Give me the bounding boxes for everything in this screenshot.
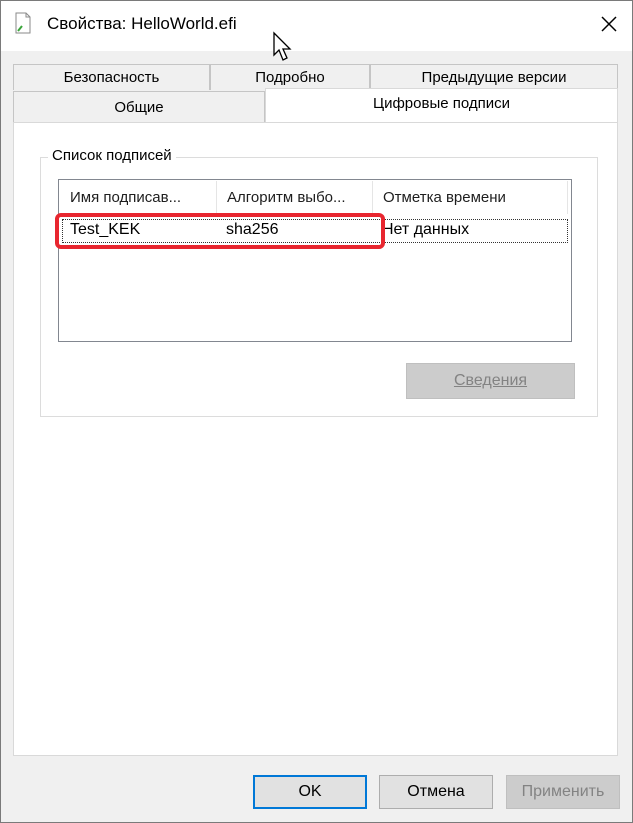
column-header-signer[interactable]: Имя подписав... [60,181,217,214]
tab-details[interactable]: Подробно [210,64,370,90]
cancel-button-label: Отмена [407,783,465,800]
details-button[interactable]: Сведения [406,363,575,399]
column-header-timestamp-label: Отметка времени [383,189,506,206]
ok-button[interactable]: OK [253,775,367,809]
apply-button-label: Применить [521,783,605,800]
column-header-algorithm[interactable]: Алгоритм выбо... [217,181,373,214]
tab-digital-signatures[interactable]: Цифровые подписи [265,88,618,123]
column-header-timestamp[interactable]: Отметка времени [373,181,568,214]
file-icon [15,12,31,34]
mouse-pointer-icon [273,31,292,61]
ok-button-label: OK [298,783,322,800]
details-button-label: Сведения [453,372,528,389]
highlight-annotation [55,213,385,249]
tab-security[interactable]: Безопасность [13,64,210,90]
cancel-button[interactable]: Отмена [379,775,493,809]
tab-general[interactable]: Общие [13,91,265,122]
signature-list-label: Список подписей [48,147,176,164]
column-header-signer-label: Имя подписав... [70,189,182,206]
window-title: Свойства: HelloWorld.efi [47,14,237,33]
tab-details-label: Подробно [255,69,325,86]
tab-digital-signatures-label: Цифровые подписи [372,95,511,112]
tab-previous-versions-label: Предыдущие версии [421,69,567,86]
cell-timestamp: Нет данных [382,221,470,238]
tab-previous-versions[interactable]: Предыдущие версии [370,64,618,90]
apply-button[interactable]: Применить [506,775,620,809]
close-button[interactable] [592,7,626,41]
tab-general-label: Общие [114,98,164,116]
tab-security-label: Безопасность [63,69,160,86]
title-bar: Свойства: HelloWorld.efi [1,1,632,51]
close-icon [601,16,617,32]
column-header-algorithm-label: Алгоритм выбо... [227,189,346,206]
